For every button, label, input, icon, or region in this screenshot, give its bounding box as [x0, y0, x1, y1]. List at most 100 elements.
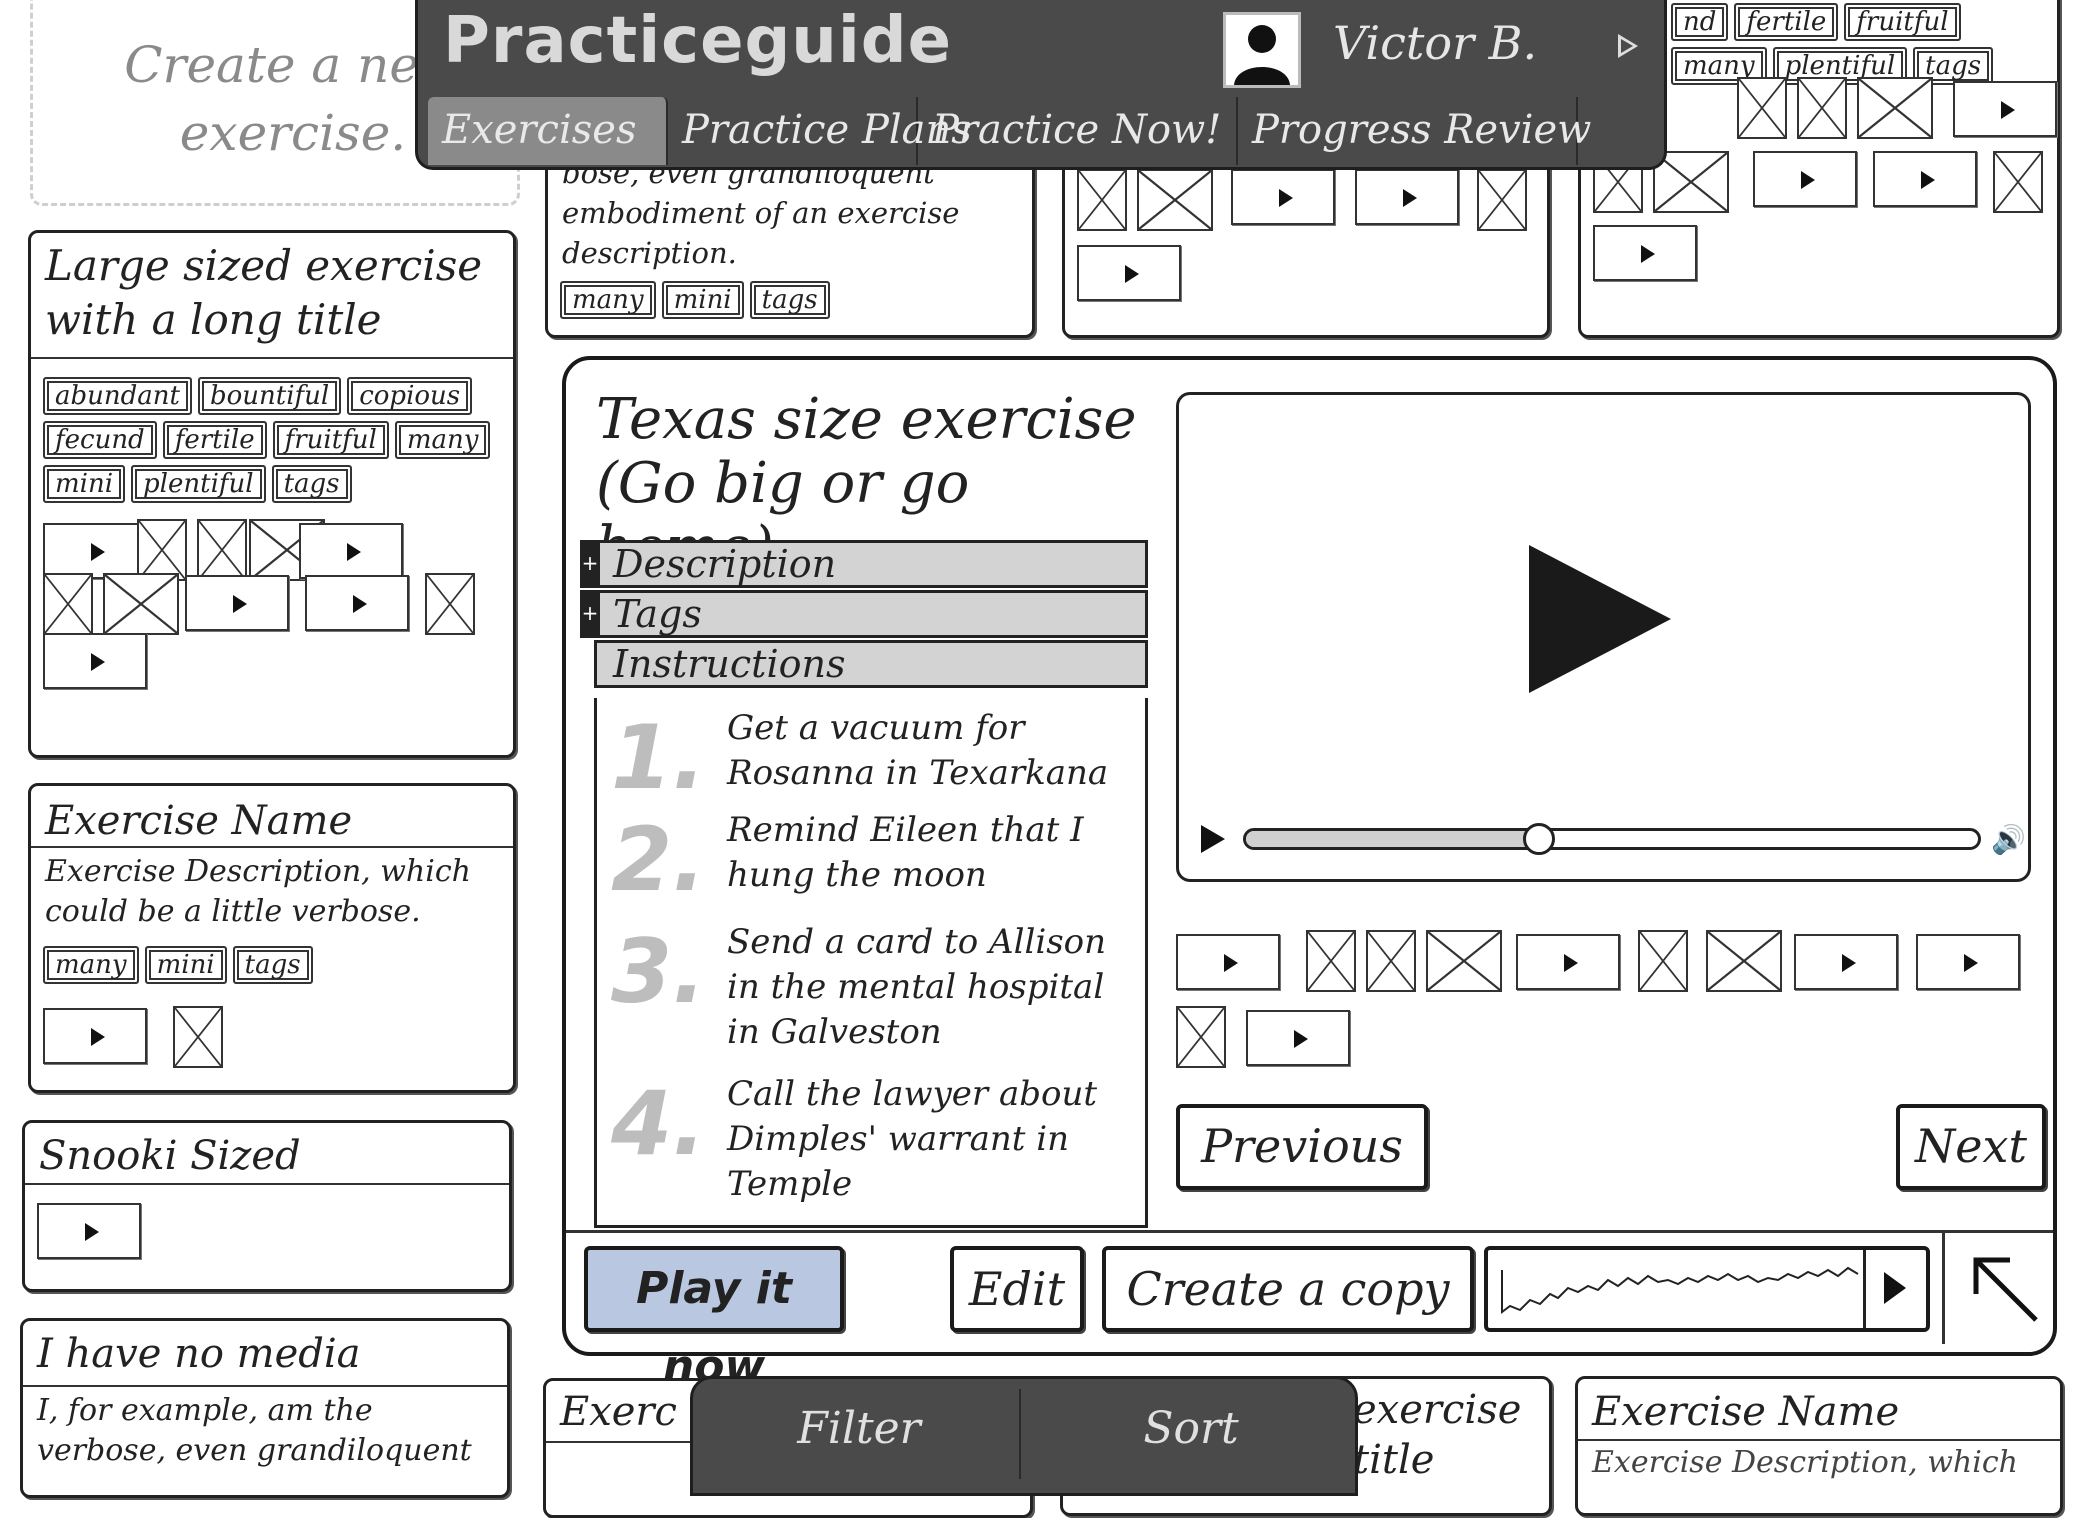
image-placeholder-icon[interactable]: [1077, 169, 1127, 231]
user-avatar[interactable]: [1223, 12, 1301, 88]
card-divider: [31, 846, 513, 848]
exercise-card-large[interactable]: Large sized exercise with a long title a…: [28, 230, 516, 758]
exercise-card-medium[interactable]: Exercise Name Exercise Description, whic…: [28, 783, 516, 1093]
video-thumbnail[interactable]: [185, 575, 289, 631]
tag-chip[interactable]: many: [394, 421, 491, 459]
tag-chip[interactable]: mini: [661, 281, 744, 319]
tag-chip[interactable]: tags: [232, 946, 313, 984]
video-thumbnail[interactable]: [1176, 934, 1280, 990]
tag-chip[interactable]: tags: [271, 465, 352, 503]
user-menu-arrow-icon[interactable]: [1618, 34, 1638, 58]
filter-button[interactable]: Filter: [693, 1379, 1025, 1479]
video-scrubber[interactable]: [1243, 823, 1981, 855]
nav-tab-progress-review[interactable]: Progress Review: [1238, 97, 1591, 165]
user-name[interactable]: Victor B.: [1333, 16, 1537, 70]
image-placeholder-icon[interactable]: [1638, 930, 1688, 992]
tag-chip[interactable]: fruitful: [1844, 3, 1961, 41]
app-brand: Practiceguide: [443, 4, 952, 78]
create-copy-button[interactable]: Create a copy: [1102, 1246, 1474, 1332]
image-placeholder-icon[interactable]: [1706, 930, 1782, 992]
tag-chip[interactable]: fecund: [43, 421, 157, 459]
image-placeholder-icon[interactable]: [1426, 930, 1502, 992]
step-text: Send a card to Allison in the mental hos…: [727, 922, 1107, 1052]
image-placeholder-icon[interactable]: [173, 1006, 223, 1068]
accordion-tags[interactable]: + Tags: [580, 590, 1148, 638]
tag-chip[interactable]: fruitful: [272, 421, 389, 459]
image-placeholder-icon[interactable]: [43, 573, 93, 635]
collapse-arrow-icon[interactable]: [1966, 1250, 2042, 1326]
previous-button[interactable]: Previous: [1176, 1104, 1428, 1190]
exercise-description: I, for example, am the verbose, even gra…: [37, 1393, 472, 1468]
image-placeholder-icon[interactable]: [103, 573, 179, 635]
nav-tab-practice-now[interactable]: Practice Now!: [918, 97, 1238, 165]
scrubber-handle[interactable]: [1522, 823, 1555, 855]
play-icon[interactable]: [1529, 545, 1671, 693]
video-thumbnail[interactable]: [1916, 934, 2020, 990]
video-thumbnail[interactable]: [1953, 81, 2057, 137]
nav-tab-practice-plans[interactable]: Practice Plans: [668, 97, 972, 165]
card-title: Exercise Name: [45, 798, 353, 844]
next-button[interactable]: Next: [1896, 1104, 2046, 1190]
video-thumbnail[interactable]: [43, 633, 147, 689]
volume-icon[interactable]: 🔊: [1991, 823, 2026, 856]
tag-chip[interactable]: plentiful: [131, 465, 266, 503]
play-icon[interactable]: [1201, 825, 1225, 853]
video-thumbnail[interactable]: [1593, 225, 1697, 281]
tag-chip[interactable]: mini: [144, 946, 227, 984]
tag-chip[interactable]: fertile: [1734, 3, 1839, 41]
audio-play-icon[interactable]: [1863, 1250, 1926, 1328]
video-thumbnail[interactable]: [1246, 1010, 1350, 1066]
image-placeholder-icon[interactable]: [1306, 930, 1356, 992]
image-placeholder-icon[interactable]: [1176, 1006, 1226, 1068]
image-placeholder-icon[interactable]: [1797, 77, 1847, 139]
video-thumbnail[interactable]: [1794, 934, 1898, 990]
step-number: 1.: [611, 706, 706, 809]
video-player[interactable]: 🔊: [1176, 392, 2031, 882]
tag-chip[interactable]: many: [560, 281, 656, 319]
panel-divider: [566, 1230, 2053, 1233]
video-thumbnail[interactable]: [43, 1008, 147, 1064]
video-thumbnail[interactable]: [1355, 169, 1459, 225]
tag-chip[interactable]: tags: [749, 281, 830, 319]
accordion-description[interactable]: + Description: [580, 540, 1148, 588]
image-placeholder-icon[interactable]: [137, 519, 187, 581]
step-text: Remind Eileen that I hung the moon: [727, 810, 1084, 895]
exercise-card-bottom-3[interactable]: Exercise Name Exercise Description, whic…: [1575, 1376, 2063, 1516]
video-thumbnail[interactable]: [37, 1203, 141, 1259]
sort-button[interactable]: Sort: [1025, 1379, 1357, 1479]
video-thumbnail[interactable]: [299, 523, 403, 579]
tag-chip[interactable]: bountiful: [197, 377, 342, 415]
image-placeholder-icon[interactable]: [1137, 169, 1213, 231]
tag-chip[interactable]: copious: [347, 377, 473, 415]
image-placeholder-icon[interactable]: [1477, 169, 1527, 231]
edit-button[interactable]: Edit: [950, 1246, 1084, 1332]
video-thumbnail[interactable]: [305, 575, 409, 631]
image-placeholder-icon[interactable]: [1737, 77, 1787, 139]
step-number: 3.: [611, 920, 706, 1023]
video-thumbnail[interactable]: [1516, 934, 1620, 990]
tag-chip[interactable]: mini: [43, 465, 126, 503]
tag-chip[interactable]: fertile: [162, 421, 267, 459]
video-thumbnail[interactable]: [1231, 169, 1335, 225]
video-thumbnail[interactable]: [1753, 151, 1857, 207]
image-placeholder-icon[interactable]: [1993, 151, 2043, 213]
image-placeholder-icon[interactable]: [425, 573, 475, 635]
exercise-card-no-media[interactable]: I have no media I, for example, am the v…: [20, 1318, 510, 1498]
accordion-instructions[interactable]: Instructions: [594, 640, 1148, 688]
play-it-now-button[interactable]: Play it now: [584, 1246, 844, 1392]
exercise-card-snooki[interactable]: Snooki Sized: [22, 1120, 512, 1292]
tag-chip[interactable]: abundant: [43, 377, 192, 415]
video-thumbnail[interactable]: [1077, 245, 1181, 301]
image-placeholder-icon[interactable]: [197, 519, 247, 581]
nav-tab-exercises[interactable]: Exercises: [428, 97, 668, 165]
image-placeholder-icon[interactable]: [1857, 77, 1933, 139]
image-placeholder-icon[interactable]: [1366, 930, 1416, 992]
exercise-description: bose, even grandiloquent embodiment of a…: [562, 156, 960, 270]
tag-chip[interactable]: many: [43, 946, 139, 984]
video-thumbnail[interactable]: [1873, 151, 1977, 207]
divider: [1019, 1389, 1021, 1479]
instructions-list: 1. Get a vacuum for Rosanna in Texarkana 2…: [594, 698, 1148, 1228]
video-thumbnail[interactable]: [43, 523, 147, 579]
audio-player[interactable]: [1484, 1246, 1930, 1332]
tag-chip[interactable]: nd: [1671, 3, 1729, 41]
